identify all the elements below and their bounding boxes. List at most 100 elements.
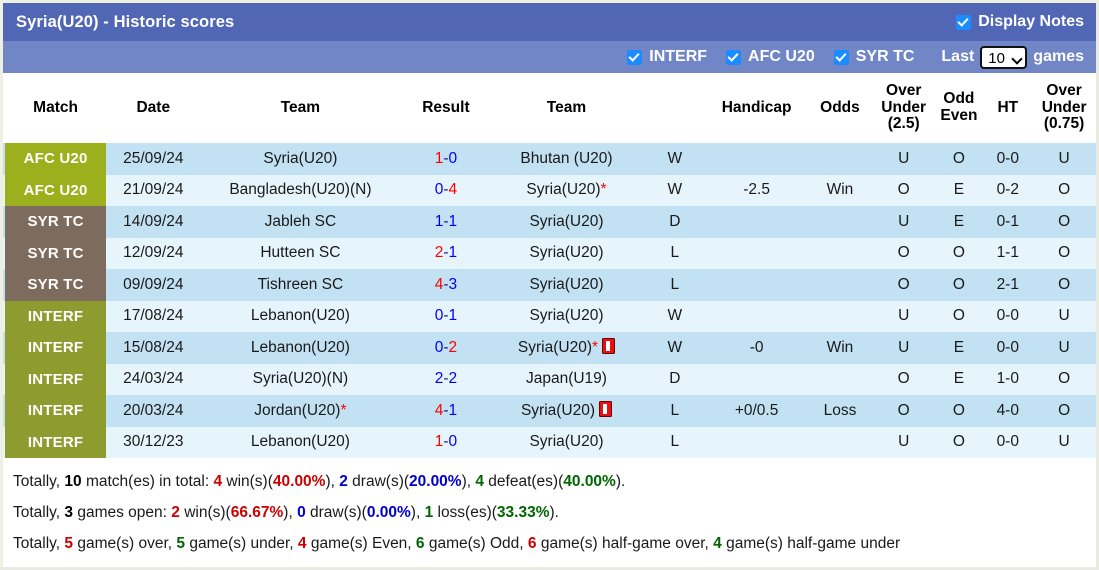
- column-header-odds[interactable]: Odds: [807, 73, 873, 143]
- cell-result[interactable]: 4-3: [402, 269, 489, 301]
- cell-result[interactable]: 0-2: [402, 332, 489, 364]
- cell-date: 21/09/24: [108, 175, 198, 207]
- table-row[interactable]: SYR TC12/09/24Hutteen SC2-1Syria(U20)LOO…: [3, 238, 1096, 270]
- cell-away-team[interactable]: Bhutan (U20): [489, 143, 643, 175]
- cell-date: 20/03/24: [108, 395, 198, 427]
- column-header-match[interactable]: Match: [3, 73, 108, 143]
- cell-match[interactable]: SYR TC: [3, 269, 108, 301]
- cell-match[interactable]: INTERF: [3, 301, 108, 333]
- cell-outcome: W: [643, 301, 706, 333]
- cell-match[interactable]: INTERF: [3, 427, 108, 459]
- column-header-over-under-075[interactable]: OverUnder(0.75): [1032, 73, 1096, 143]
- cell-away-team[interactable]: Syria(U20)*: [489, 175, 643, 207]
- cell-match[interactable]: INTERF: [3, 395, 108, 427]
- cell-match[interactable]: SYR TC: [3, 238, 108, 270]
- competition-badge: INTERF: [5, 301, 106, 333]
- cell-odds: [807, 206, 873, 238]
- cell-home-team[interactable]: Lebanon(U20): [198, 427, 402, 459]
- checkbox-icon[interactable]: [627, 50, 642, 65]
- cell-result[interactable]: 4-1: [402, 395, 489, 427]
- cell-date: 14/09/24: [108, 206, 198, 238]
- competition-badge: INTERF: [5, 332, 106, 364]
- cell-odd-even: O: [934, 238, 983, 270]
- cell-over-under-075: O: [1032, 175, 1096, 207]
- cell-result[interactable]: 1-0: [402, 427, 489, 459]
- cell-odds: Win: [807, 332, 873, 364]
- column-header-odd-even[interactable]: OddEven: [934, 73, 983, 143]
- checkbox-icon[interactable]: [726, 50, 741, 65]
- table-row[interactable]: SYR TC09/09/24Tishreen SC4-3Syria(U20)LO…: [3, 269, 1096, 301]
- games-count-select[interactable]: 5102030: [980, 46, 1027, 69]
- cell-away-team[interactable]: Syria(U20)*: [489, 332, 643, 364]
- cell-match[interactable]: INTERF: [3, 364, 108, 396]
- cell-result[interactable]: 1-0: [402, 143, 489, 175]
- cell-handicap: -2.5: [706, 175, 807, 207]
- cell-result[interactable]: 2-2: [402, 364, 489, 396]
- table-row[interactable]: SYR TC14/09/24Jableh SC1-1Syria(U20)DUE0…: [3, 206, 1096, 238]
- cell-home-team[interactable]: Lebanon(U20): [198, 332, 402, 364]
- cell-over-under-075: U: [1032, 332, 1096, 364]
- cell-odds: [807, 143, 873, 175]
- cell-home-team[interactable]: Bangladesh(U20)(N): [198, 175, 402, 207]
- cell-match[interactable]: INTERF: [3, 332, 108, 364]
- cell-away-team[interactable]: Syria(U20): [489, 269, 643, 301]
- cell-away-team[interactable]: Syria(U20): [489, 427, 643, 459]
- cell-home-team[interactable]: Syria(U20): [198, 143, 402, 175]
- table-row[interactable]: AFC U2025/09/24Syria(U20)1-0Bhutan (U20)…: [3, 143, 1096, 175]
- filter-toggle-afc-u20[interactable]: AFC U20: [726, 48, 815, 66]
- column-header-home-team[interactable]: Team: [198, 73, 402, 143]
- cell-away-team[interactable]: Syria(U20): [489, 395, 643, 427]
- cell-over-under-075: U: [1032, 143, 1096, 175]
- column-header-away-team[interactable]: Team: [489, 73, 643, 143]
- cell-match[interactable]: SYR TC: [3, 206, 108, 238]
- cell-match[interactable]: AFC U20: [3, 143, 108, 175]
- column-header-date[interactable]: Date: [108, 73, 198, 143]
- table-row[interactable]: INTERF30/12/23Lebanon(U20)1-0Syria(U20)L…: [3, 427, 1096, 459]
- cell-odd-even: E: [934, 332, 983, 364]
- cell-away-team[interactable]: Syria(U20): [489, 206, 643, 238]
- cell-odds: [807, 269, 873, 301]
- filter-bar: INTERF AFC U20 SYR TC Last 5102030 games: [3, 41, 1096, 73]
- cell-handicap: [706, 269, 807, 301]
- cell-handicap: [706, 427, 807, 459]
- historic-scores-panel: Syria(U20) - Historic scores Display Not…: [0, 0, 1099, 570]
- cell-date: 25/09/24: [108, 143, 198, 175]
- cell-match[interactable]: AFC U20: [3, 175, 108, 207]
- total-draw-pct: 20.00%: [409, 473, 462, 490]
- table-row[interactable]: INTERF17/08/24Lebanon(U20)0-1Syria(U20)W…: [3, 301, 1096, 333]
- cell-home-team[interactable]: Tishreen SC: [198, 269, 402, 301]
- display-notes-toggle[interactable]: Display Notes: [956, 13, 1084, 31]
- cell-over-under-075: U: [1032, 301, 1096, 333]
- cell-home-team[interactable]: Jordan(U20)*: [198, 395, 402, 427]
- column-header-result[interactable]: Result: [402, 73, 489, 143]
- cell-result[interactable]: 0-1: [402, 301, 489, 333]
- cell-result[interactable]: 0-4: [402, 175, 489, 207]
- cell-home-team[interactable]: Hutteen SC: [198, 238, 402, 270]
- cell-away-team[interactable]: Syria(U20): [489, 238, 643, 270]
- table-row[interactable]: INTERF15/08/24Lebanon(U20)0-2Syria(U20)*…: [3, 332, 1096, 364]
- cell-home-team[interactable]: Syria(U20)(N): [198, 364, 402, 396]
- cell-home-team[interactable]: Lebanon(U20): [198, 301, 402, 333]
- last-games-control: Last 5102030 games: [941, 46, 1084, 69]
- cell-outcome: L: [643, 427, 706, 459]
- cell-away-team[interactable]: Japan(U19): [489, 364, 643, 396]
- cell-result[interactable]: 2-1: [402, 238, 489, 270]
- filter-toggle-interf[interactable]: INTERF: [627, 48, 707, 66]
- cell-away-team[interactable]: Syria(U20): [489, 301, 643, 333]
- column-header-over-under-25[interactable]: OverUnder(2.5): [873, 73, 935, 143]
- cell-over-under-25: U: [873, 427, 935, 459]
- games-odd: 6: [416, 535, 425, 552]
- table-row[interactable]: INTERF20/03/24Jordan(U20)*4-1Syria(U20)L…: [3, 395, 1096, 427]
- checkbox-icon[interactable]: [834, 50, 849, 65]
- table-row[interactable]: INTERF24/03/24Syria(U20)(N)2-2Japan(U19)…: [3, 364, 1096, 396]
- filter-toggle-syr-tc[interactable]: SYR TC: [834, 48, 915, 66]
- cell-odds: [807, 301, 873, 333]
- checkbox-icon[interactable]: [956, 15, 971, 30]
- cell-over-under-075: O: [1032, 364, 1096, 396]
- table-row[interactable]: AFC U2021/09/24Bangladesh(U20)(N)0-4Syri…: [3, 175, 1096, 207]
- cell-result[interactable]: 1-1: [402, 206, 489, 238]
- column-header-ht[interactable]: HT: [983, 73, 1032, 143]
- cell-home-team[interactable]: Jableh SC: [198, 206, 402, 238]
- column-header-handicap[interactable]: Handicap: [706, 73, 807, 143]
- cell-ht: 0-0: [983, 332, 1032, 364]
